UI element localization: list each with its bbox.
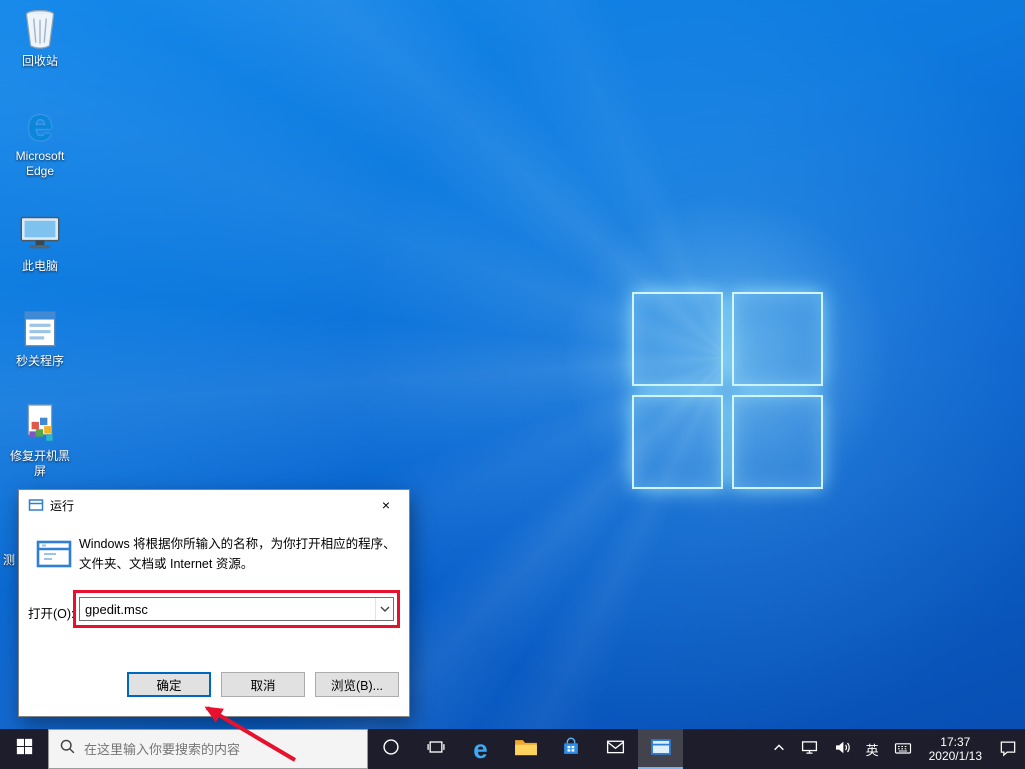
close-icon[interactable]: × [363,491,409,520]
cortana-button[interactable] [368,729,413,769]
desktop-icon-recycle-bin[interactable]: 回收站 [6,6,74,69]
program-window-icon [17,306,63,352]
cortana-icon [381,737,401,762]
ime-keyboard-icon [893,738,913,761]
store-button[interactable] [548,729,593,769]
tray-overflow-button[interactable] [765,729,793,769]
pixel-cubes-icon [17,401,63,447]
desktop-icon-label: Microsoft Edge [15,149,65,178]
search-input[interactable] [84,741,357,757]
taskbar-search-box[interactable] [48,729,368,769]
start-icon [16,738,33,760]
cancel-button[interactable]: 取消 [221,672,305,697]
task-view-button[interactable] [413,729,458,769]
ok-button[interactable]: 确定 [127,672,211,697]
task-view-icon [426,737,446,762]
windows-logo-pane [632,395,723,489]
ime-language-label: 英 [865,742,879,758]
touch-keyboard-button[interactable] [886,729,920,769]
clock[interactable]: 17:37 2020/1/13 [920,729,991,769]
run-dialog-title: 运行 [50,498,75,513]
edge-taskbar-button[interactable]: e [458,729,503,769]
edge-icon: e [27,98,53,150]
run-window-icon [28,497,44,513]
network-icon [800,738,819,760]
windows-logo-pane [732,292,823,386]
search-icon [59,738,76,760]
run-dialog: 运行 × Windows 将根据你所输入的名称，为你打开相应的程序、文件夹、文档… [18,489,410,717]
windows-logo-pane [732,395,823,489]
this-pc-icon [17,211,63,257]
action-center-button[interactable] [991,729,1025,769]
run-app-taskbar-button[interactable] [638,729,683,769]
browse-button[interactable]: 浏览(B)... [315,672,399,697]
speaker-icon [833,738,852,760]
notification-icon [998,738,1018,761]
ime-language-button[interactable]: 英 [859,729,886,769]
file-explorer-button[interactable] [503,729,548,769]
recycle-bin-icon [17,6,63,52]
desktop-icon-repair-tool[interactable]: 修复开机黑屏 [6,401,74,479]
desktop-icon-program[interactable]: 秒关程序 [6,306,74,369]
desktop-icon-column: 回收站 e Microsoft Edge 此电脑 秒关程序 修复开机黑屏 [6,6,74,479]
desktop-icon-microsoft-edge[interactable]: e Microsoft Edge [6,101,74,179]
run-command-combobox [79,597,394,621]
store-icon [560,736,582,763]
volume-button[interactable] [826,729,859,769]
desktop-icon-this-pc[interactable]: 此电脑 [6,211,74,274]
taskbar: e [0,729,1025,769]
desktop-icon-label-partial: 测 [3,553,16,567]
desktop-icon-label: 回收站 [21,54,58,68]
run-command-input[interactable] [80,598,375,620]
mail-icon [605,736,626,762]
open-field-label: 打开(O): [28,607,75,621]
edge-icon: e [473,734,488,764]
run-window-icon [36,538,72,570]
windows-logo [632,292,823,489]
chevron-up-icon [772,741,786,758]
clock-time: 17:37 [940,734,971,749]
network-status-button[interactable] [793,729,826,769]
run-dialog-titlebar[interactable]: 运行 × [19,490,409,520]
file-explorer-icon [514,737,538,762]
system-tray: 英 17:37 2020/1/13 [765,729,1025,769]
desktop-icon-label: 此电脑 [21,259,58,273]
mail-button[interactable] [593,729,638,769]
chevron-down-icon[interactable] [375,598,393,620]
windows-logo-pane [632,292,723,386]
start-button[interactable] [0,729,48,769]
desktop-icon-label: 秒关程序 [15,354,64,368]
run-window-icon [650,736,672,763]
desktop-icon-label: 修复开机黑屏 [9,449,70,478]
clock-date: 2020/1/13 [928,749,982,763]
run-dialog-description: Windows 将根据你所输入的名称，为你打开相应的程序、文件夹、文档或 Int… [79,537,396,571]
